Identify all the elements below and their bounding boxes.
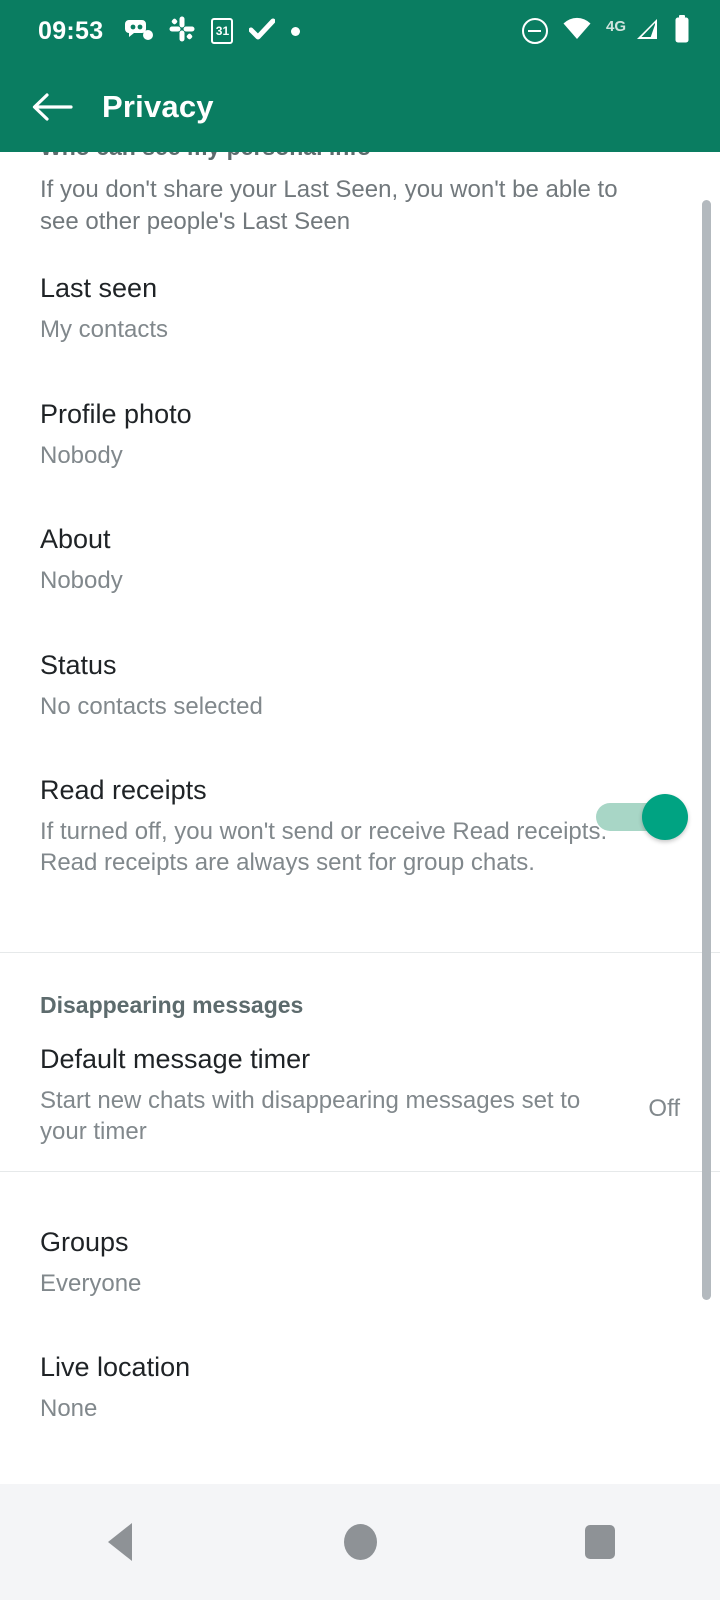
status-bar-clock: 09:53 — [38, 16, 104, 45]
live-location-value: None — [40, 1394, 98, 1422]
recents-square-icon — [585, 1525, 615, 1559]
last-seen-title: Last seen — [40, 273, 158, 303]
status-bar-notification-icons: 31 — [125, 16, 301, 47]
default-message-timer-description: Start new chats with disappearing messag… — [40, 1086, 581, 1146]
groups-title: Groups — [40, 1227, 129, 1257]
section-header-personal-info: Who can see my personal info — [40, 152, 371, 161]
chat-notification-icon — [125, 17, 154, 46]
groups-value: Everyone — [40, 1269, 142, 1297]
section-divider-2 — [0, 1171, 720, 1172]
status-bar-left: 09:53 31 — [0, 16, 301, 47]
setting-row-groups[interactable]: Groups Everyone — [0, 1227, 720, 1299]
nav-home-button[interactable] — [300, 1484, 420, 1600]
back-triangle-icon — [108, 1523, 132, 1561]
phone-screen: 09:53 31 4G Privacy If you don't share y… — [0, 0, 720, 1600]
about-title: About — [40, 524, 111, 554]
vertical-scrollbar[interactable] — [702, 200, 711, 1300]
page-title: Privacy — [102, 89, 214, 124]
home-circle-icon — [343, 1524, 377, 1560]
status-bar-right: 4G — [521, 14, 720, 48]
default-message-timer-value: Off — [648, 1095, 680, 1122]
nav-recents-button[interactable] — [540, 1484, 660, 1600]
cellular-signal-icon — [634, 16, 660, 47]
dot-notification-icon — [291, 26, 301, 36]
setting-row-profile-photo[interactable]: Profile photo Nobody — [0, 399, 720, 471]
read-receipts-title: Read receipts — [40, 775, 207, 805]
setting-row-about[interactable]: About Nobody — [0, 524, 720, 596]
about-value: Nobody — [40, 566, 123, 594]
profile-photo-title: Profile photo — [40, 399, 192, 429]
checkmark-notification-icon — [248, 18, 276, 45]
setting-row-status[interactable]: Status No contacts selected — [0, 650, 720, 722]
do-not-disturb-icon — [521, 18, 548, 44]
setting-row-live-location[interactable]: Live location None — [0, 1352, 720, 1424]
toggle-thumb — [642, 794, 688, 840]
personal-info-description: If you don't share your Last Seen, you w… — [40, 176, 618, 235]
app-toolbar: Privacy — [0, 62, 720, 152]
setting-row-read-receipts[interactable]: Read receipts If turned off, you won't s… — [0, 775, 720, 879]
last-seen-value: My contacts — [40, 315, 169, 343]
section-header-disappearing-messages: Disappearing messages — [40, 992, 304, 1018]
read-receipts-toggle[interactable] — [596, 794, 688, 840]
nav-back-button[interactable] — [60, 1484, 180, 1600]
profile-photo-value: Nobody — [40, 441, 123, 469]
battery-icon — [674, 14, 690, 48]
status-title: Status — [40, 650, 117, 680]
read-receipts-description: If turned off, you won't send or receive… — [40, 817, 608, 877]
android-navigation-bar — [0, 1484, 720, 1600]
settings-scroll-container[interactable]: Who can see my personal info If you don'… — [0, 152, 720, 1484]
slack-notification-icon — [169, 16, 195, 47]
section-divider-1 — [0, 952, 720, 953]
network-type-label: 4G — [605, 17, 626, 35]
status-bar: 09:53 31 4G — [0, 0, 720, 62]
live-location-title: Live location — [40, 1352, 191, 1382]
status-value: No contacts selected — [40, 692, 263, 720]
setting-row-default-message-timer[interactable]: Default message timer Start new chats wi… — [0, 1044, 720, 1148]
calendar-notification-icon: 31 — [211, 18, 234, 44]
default-message-timer-title: Default message timer — [40, 1044, 311, 1074]
wifi-icon — [562, 17, 592, 46]
back-arrow-icon[interactable] — [24, 79, 80, 135]
setting-row-last-seen[interactable]: Last seen My contacts — [0, 273, 720, 345]
